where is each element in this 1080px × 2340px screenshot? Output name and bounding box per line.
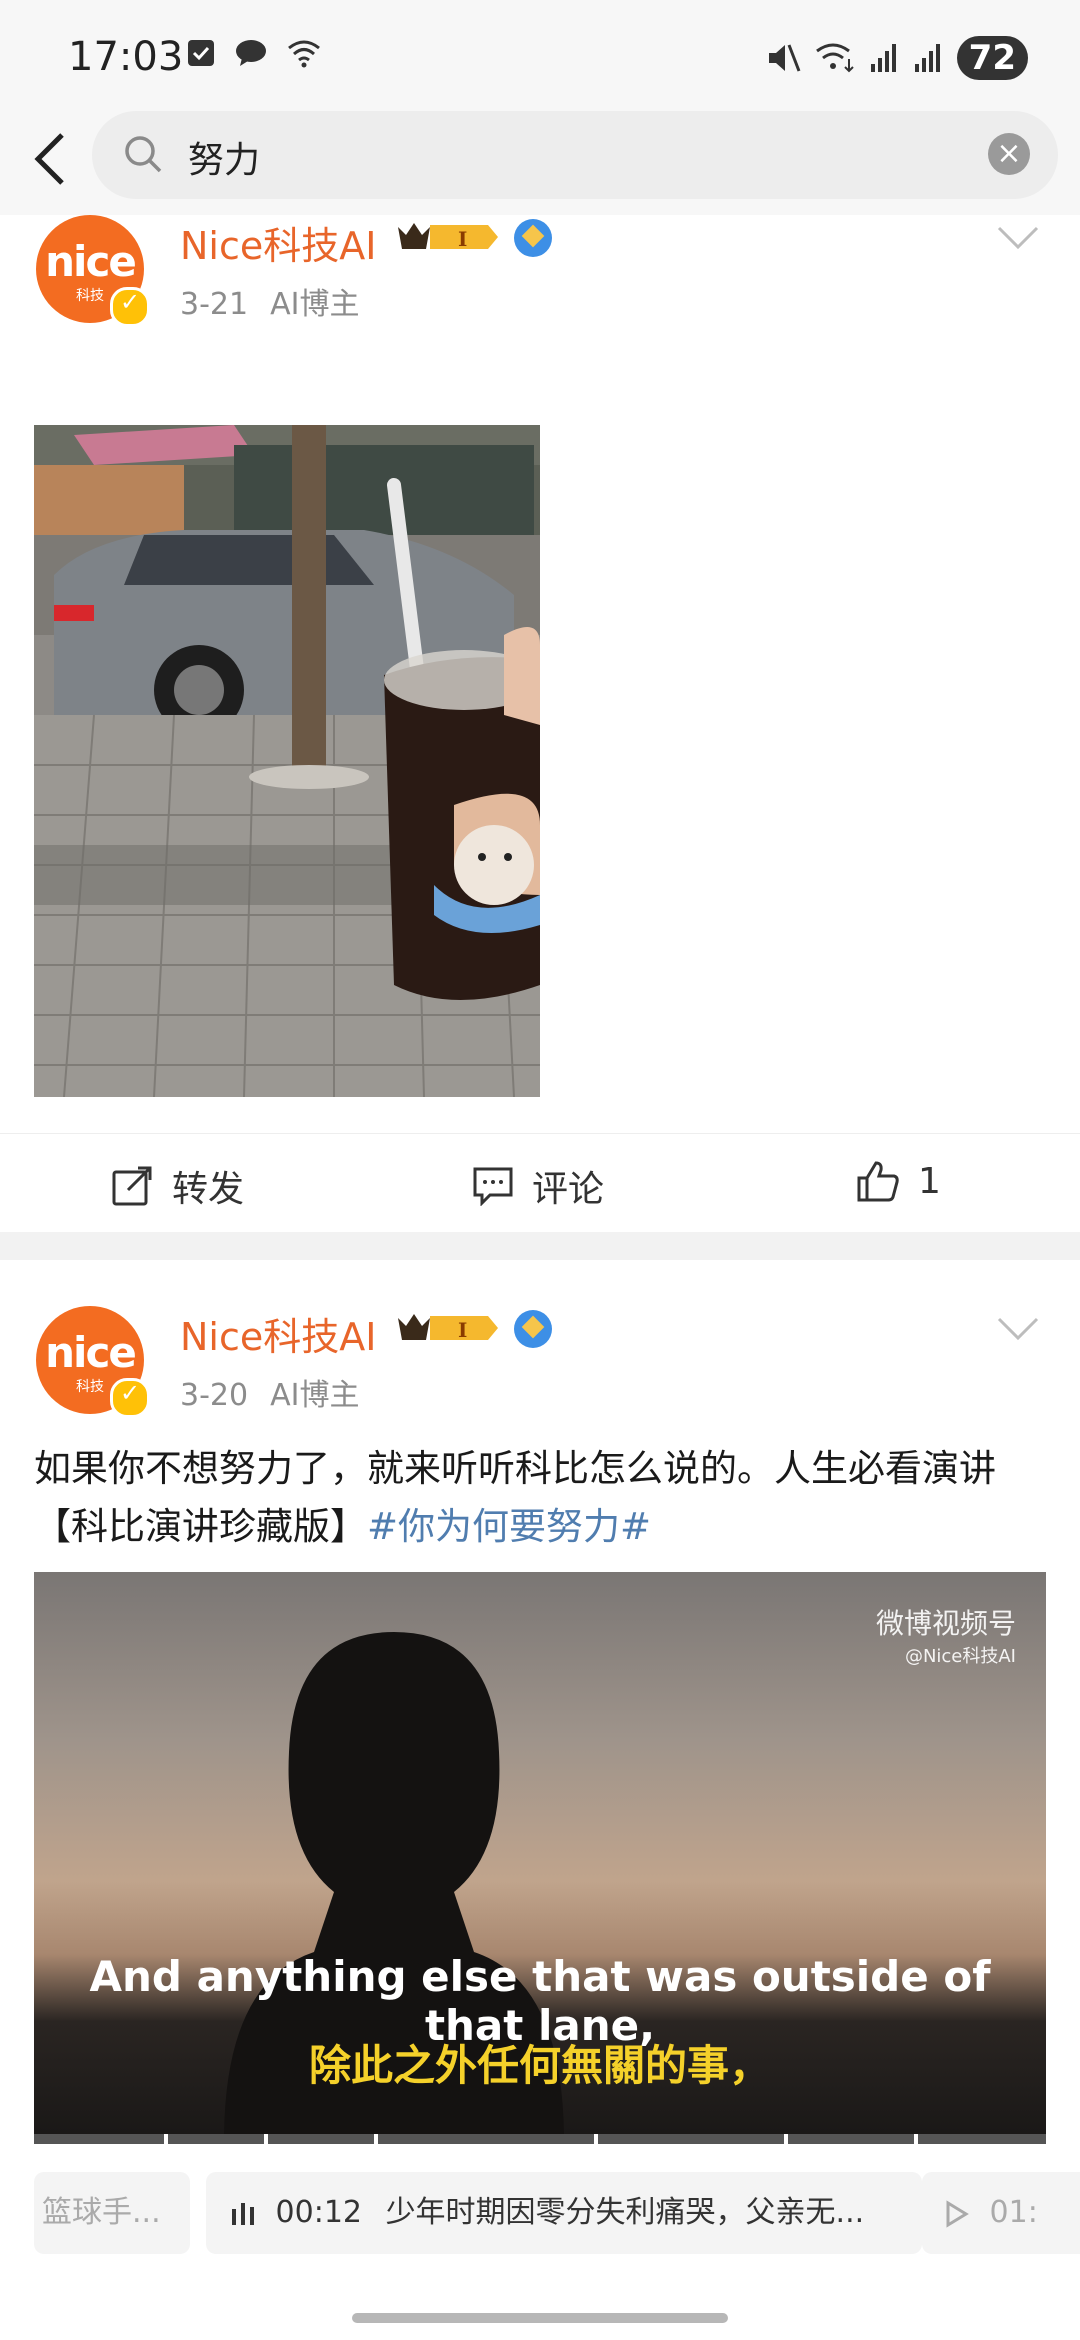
wifi-icon bbox=[288, 40, 320, 68]
verified-icon bbox=[110, 1378, 150, 1418]
video-watermark: 微博视频号 @Nice科技AI bbox=[875, 1607, 1016, 1667]
mute-icon bbox=[768, 44, 801, 72]
like-button[interactable]: 1 bbox=[856, 1160, 941, 1202]
repost-button[interactable]: 转发 bbox=[112, 1160, 244, 1212]
play-icon bbox=[946, 2199, 969, 2228]
post-image[interactable] bbox=[34, 425, 540, 1097]
repost-icon bbox=[112, 1166, 152, 1206]
post-meta: 3-20 AI博主 bbox=[180, 1370, 381, 1414]
search-icon bbox=[125, 136, 162, 173]
search-header: 努力 × bbox=[0, 105, 1080, 216]
vip-badge-icon: I bbox=[398, 1314, 498, 1342]
signal-icon bbox=[870, 44, 896, 72]
search-query[interactable]: 努力 bbox=[188, 131, 260, 183]
search-input[interactable]: 努力 × bbox=[92, 111, 1058, 199]
identity-badge-icon bbox=[514, 219, 552, 257]
wifi-data-icon bbox=[815, 43, 854, 73]
author-name[interactable]: Nice科技AI bbox=[180, 1306, 376, 1361]
post-separator bbox=[0, 1232, 1080, 1260]
status-time: 17:03 bbox=[68, 34, 184, 80]
battery-indicator: 72 bbox=[956, 36, 1028, 80]
action-bar: 转发 评论 1 bbox=[0, 1133, 1080, 1234]
svg-text:I: I bbox=[458, 227, 467, 251]
post-text: 如果你不想努力了，就来听听科比怎么说的。人生必看演讲【科比演讲珍藏版】#你为何要… bbox=[34, 1447, 996, 1548]
chat-icon bbox=[236, 40, 266, 66]
chapter-chip[interactable]: 01: bbox=[922, 2172, 1080, 2254]
post-card: nice 科技 Nice科技AI I 3-20AI博主 如果你不想努力了，就来听… bbox=[0, 1306, 1080, 2306]
checkbox-icon bbox=[188, 40, 214, 66]
svg-text:I: I bbox=[458, 1318, 467, 1342]
audio-bars-icon bbox=[232, 2202, 254, 2225]
thumbs-up-icon bbox=[857, 1161, 899, 1202]
chapter-chip-active[interactable]: 00:12 少年时期因零分失利痛哭，父亲无... bbox=[206, 2172, 922, 2254]
chevron-down-icon[interactable] bbox=[996, 225, 1040, 251]
post-date: 3-20 bbox=[180, 1378, 249, 1413]
video-chapter-progress[interactable] bbox=[34, 2134, 1046, 2144]
comment-button[interactable]: 评论 bbox=[472, 1160, 604, 1212]
author-label: AI博主 bbox=[270, 1378, 360, 1413]
clear-icon[interactable]: × bbox=[988, 133, 1030, 175]
post-card: nice 科技 Nice科技AI I 3-21AI博主 bbox=[0, 215, 1080, 1230]
back-arrow-icon[interactable] bbox=[22, 127, 82, 191]
coffee-photo bbox=[34, 425, 540, 1097]
chapter-time: 00:12 bbox=[275, 2195, 363, 2230]
status-bar: 17:03 72 bbox=[0, 0, 1080, 105]
subtitle-chinese: 除此之外任何無關的事， bbox=[308, 2041, 771, 2090]
home-indicator[interactable] bbox=[352, 2313, 728, 2323]
chevron-down-icon[interactable] bbox=[996, 1316, 1040, 1342]
author-label: AI博主 bbox=[270, 287, 360, 322]
signal-icon-2 bbox=[914, 44, 940, 72]
verified-icon bbox=[110, 287, 150, 327]
identity-badge-icon bbox=[514, 1310, 552, 1348]
chapter-chip[interactable]: 篮球手... bbox=[34, 2172, 190, 2254]
topic-link[interactable]: #你为何要努力# bbox=[367, 1505, 651, 1548]
chapter-title: 少年时期因零分失利痛哭，父亲无... bbox=[385, 2195, 865, 2230]
post-date: 3-21 bbox=[180, 287, 249, 322]
chapter-list: 篮球手... 00:12 少年时期因零分失利痛哭，父亲无... 01: bbox=[0, 2172, 1080, 2254]
video-player[interactable]: 微博视频号 @Nice科技AI And anything else that w… bbox=[34, 1572, 1046, 2134]
post-meta: 3-21 AI博主 bbox=[180, 279, 381, 323]
author-name[interactable]: Nice科技AI bbox=[180, 215, 376, 270]
comment-icon bbox=[473, 1167, 513, 1206]
vip-badge-icon: I bbox=[398, 223, 498, 251]
